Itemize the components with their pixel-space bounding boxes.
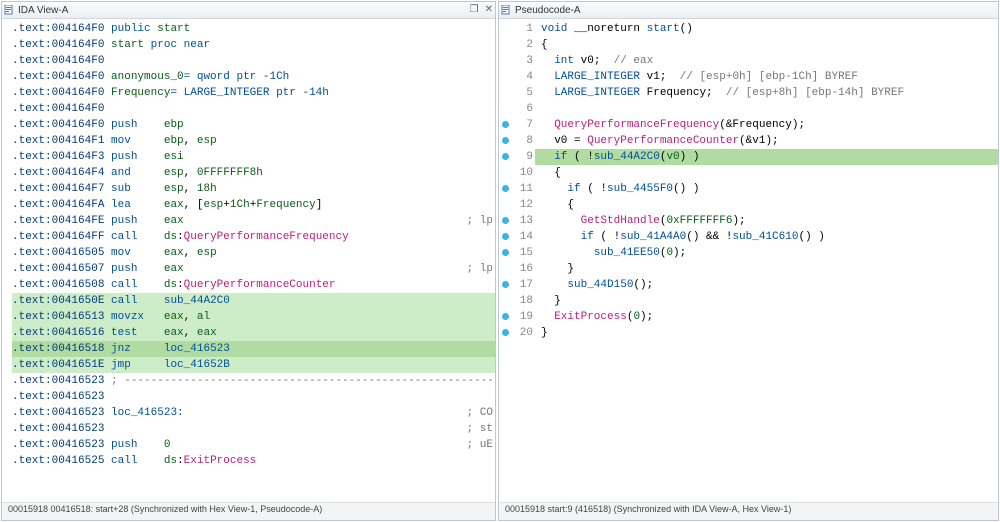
asm-line[interactable]: .text:004164F0 start proc near xyxy=(12,37,495,53)
pseudocode-titlebar[interactable]: Pseudocode-A xyxy=(499,2,998,19)
ida-view-pane: IDA View-A ❐ ✕ .text:004164F0 public sta… xyxy=(1,1,496,521)
asm-line[interactable]: .text:00416518 jnz loc_416523 xyxy=(12,341,495,357)
pseudocode-line[interactable]: } xyxy=(535,325,998,341)
asm-line[interactable]: .text:00416513 movzx eax, al xyxy=(12,309,495,325)
pseudocode-line[interactable]: { xyxy=(535,37,998,53)
breakpoint-dot-icon[interactable] xyxy=(502,249,509,256)
pseudocode-line[interactable]: sub_44D150(); xyxy=(535,277,998,293)
asm-line[interactable]: .text:004164F0 xyxy=(12,53,495,69)
breakpoint-dot-icon[interactable] xyxy=(502,121,509,128)
asm-line[interactable]: .text:004164F0 push ebp xyxy=(12,117,495,133)
breakpoint-dot-icon[interactable] xyxy=(502,233,509,240)
line-number: 4 xyxy=(499,69,535,85)
pseudocode-view[interactable]: 1234567891011121314151617181920 void __n… xyxy=(499,19,998,502)
file-icon xyxy=(4,5,14,15)
pseudocode-line[interactable]: } xyxy=(535,261,998,277)
pseudocode-line[interactable]: { xyxy=(535,165,998,181)
line-number: 12 xyxy=(499,197,535,213)
ida-view-statusbar: 00015918 00416518: start+28 (Synchronize… xyxy=(2,502,495,520)
line-number: 1 xyxy=(499,21,535,37)
line-number: 17 xyxy=(499,277,535,293)
pseudocode-line[interactable]: { xyxy=(535,197,998,213)
asm-line[interactable]: .text:00416507 push eax; lp xyxy=(12,261,495,277)
app-root: IDA View-A ❐ ✕ .text:004164F0 public sta… xyxy=(0,0,1000,522)
pseudocode-pane: Pseudocode-A 123456789101112131415161718… xyxy=(498,1,999,521)
line-number: 5 xyxy=(499,85,535,101)
line-number: 8 xyxy=(499,133,535,149)
pseudocode-line[interactable]: LARGE_INTEGER v1; // [esp+0h] [ebp-1Ch] … xyxy=(535,69,998,85)
pseudocode-line[interactable]: if ( !sub_4455F0() ) xyxy=(535,181,998,197)
breakpoint-dot-icon[interactable] xyxy=(502,185,509,192)
asm-line[interactable]: .text:00416523 loc_416523:; CO xyxy=(12,405,495,421)
line-number: 7 xyxy=(499,117,535,133)
pseudocode-line[interactable]: if ( !sub_41A4A0() && !sub_41C610() ) xyxy=(535,229,998,245)
asm-line[interactable]: .text:00416516 test eax, eax xyxy=(12,325,495,341)
close-icon[interactable]: ✕ xyxy=(485,5,493,15)
file-icon xyxy=(501,5,511,15)
asm-line[interactable]: .text:004164F1 mov ebp, esp xyxy=(12,133,495,149)
pseudocode-line[interactable]: if ( !sub_44A2C0(v0) ) xyxy=(535,149,998,165)
pseudocode-statusbar: 00015918 start:9 (416518) (Synchronized … xyxy=(499,502,998,520)
restore-icon[interactable]: ❐ xyxy=(470,5,479,15)
line-number: 14 xyxy=(499,229,535,245)
asm-line[interactable]: .text:004164F0 anonymous_0= qword ptr -1… xyxy=(12,69,495,85)
asm-line[interactable]: .text:004164F0 public start xyxy=(12,21,495,37)
line-number: 11 xyxy=(499,181,535,197)
pseudocode-line[interactable]: } xyxy=(535,293,998,309)
asm-line[interactable]: .text:004164FF call ds:QueryPerformanceF… xyxy=(12,229,495,245)
ida-view-titlebar[interactable]: IDA View-A ❐ ✕ xyxy=(2,2,495,19)
line-number: 16 xyxy=(499,261,535,277)
asm-line[interactable]: .text:00416523 xyxy=(12,389,495,405)
line-number: 15 xyxy=(499,245,535,261)
pseudocode-line[interactable]: void __noreturn start() xyxy=(535,21,998,37)
breakpoint-dot-icon[interactable] xyxy=(502,217,509,224)
disassembly-view[interactable]: .text:004164F0 public start.text:004164F… xyxy=(2,19,495,502)
pseudocode-line[interactable]: ExitProcess(0); xyxy=(535,309,998,325)
pseudocode-line[interactable]: sub_41EE50(0); xyxy=(535,245,998,261)
line-number: 3 xyxy=(499,53,535,69)
line-number: 13 xyxy=(499,213,535,229)
asm-line[interactable]: .text:0041651E jmp loc_41652B xyxy=(12,357,495,373)
line-number: 9 xyxy=(499,149,535,165)
line-number: 18 xyxy=(499,293,535,309)
ida-view-title-controls: ❐ ✕ xyxy=(470,5,493,15)
line-number: 20 xyxy=(499,325,535,341)
asm-line[interactable]: .text:00416508 call ds:QueryPerformanceC… xyxy=(12,277,495,293)
asm-line[interactable]: .text:004164F0 xyxy=(12,101,495,117)
asm-line[interactable]: .text:00416523 ; -----------------------… xyxy=(12,373,495,389)
asm-line[interactable]: .text:00416523 ; st xyxy=(12,421,495,437)
breakpoint-dot-icon[interactable] xyxy=(502,153,509,160)
pseudocode-line[interactable] xyxy=(535,101,998,117)
asm-line[interactable]: .text:004164F0 Frequency= LARGE_INTEGER … xyxy=(12,85,495,101)
asm-line[interactable]: .text:004164F7 sub esp, 18h xyxy=(12,181,495,197)
line-number: 6 xyxy=(499,101,535,117)
line-number: 19 xyxy=(499,309,535,325)
pseudocode-line[interactable]: int v0; // eax xyxy=(535,53,998,69)
pseudocode-line[interactable]: QueryPerformanceFrequency(&Frequency); xyxy=(535,117,998,133)
asm-line[interactable]: .text:004164F3 push esi xyxy=(12,149,495,165)
breakpoint-dot-icon[interactable] xyxy=(502,313,509,320)
asm-line[interactable]: .text:004164F4 and esp, 0FFFFFFF8h xyxy=(12,165,495,181)
asm-line[interactable]: .text:004164FE push eax; lp xyxy=(12,213,495,229)
pseudocode-line[interactable]: LARGE_INTEGER Frequency; // [esp+8h] [eb… xyxy=(535,85,998,101)
line-number: 2 xyxy=(499,37,535,53)
line-number: 10 xyxy=(499,165,535,181)
breakpoint-dot-icon[interactable] xyxy=(502,281,509,288)
breakpoint-dot-icon[interactable] xyxy=(502,329,509,336)
pseudocode-line[interactable]: v0 = QueryPerformanceCounter(&v1); xyxy=(535,133,998,149)
pseudocode-code[interactable]: void __noreturn start(){ int v0; // eax … xyxy=(535,19,998,502)
pseudocode-line[interactable]: GetStdHandle(0xFFFFFFF6); xyxy=(535,213,998,229)
pseudocode-title: Pseudocode-A xyxy=(515,5,581,16)
ida-view-title: IDA View-A xyxy=(18,5,68,16)
breakpoint-dot-icon[interactable] xyxy=(502,137,509,144)
asm-line[interactable]: .text:00416505 mov eax, esp xyxy=(12,245,495,261)
asm-line[interactable]: .text:00416525 call ds:ExitProcess xyxy=(12,453,495,469)
line-number-gutter: 1234567891011121314151617181920 xyxy=(499,19,535,502)
asm-line[interactable]: .text:00416523 push 0; uE xyxy=(12,437,495,453)
asm-line[interactable]: .text:0041650E call sub_44A2C0 xyxy=(12,293,495,309)
asm-line[interactable]: .text:004164FA lea eax, [esp+1Ch+Frequen… xyxy=(12,197,495,213)
